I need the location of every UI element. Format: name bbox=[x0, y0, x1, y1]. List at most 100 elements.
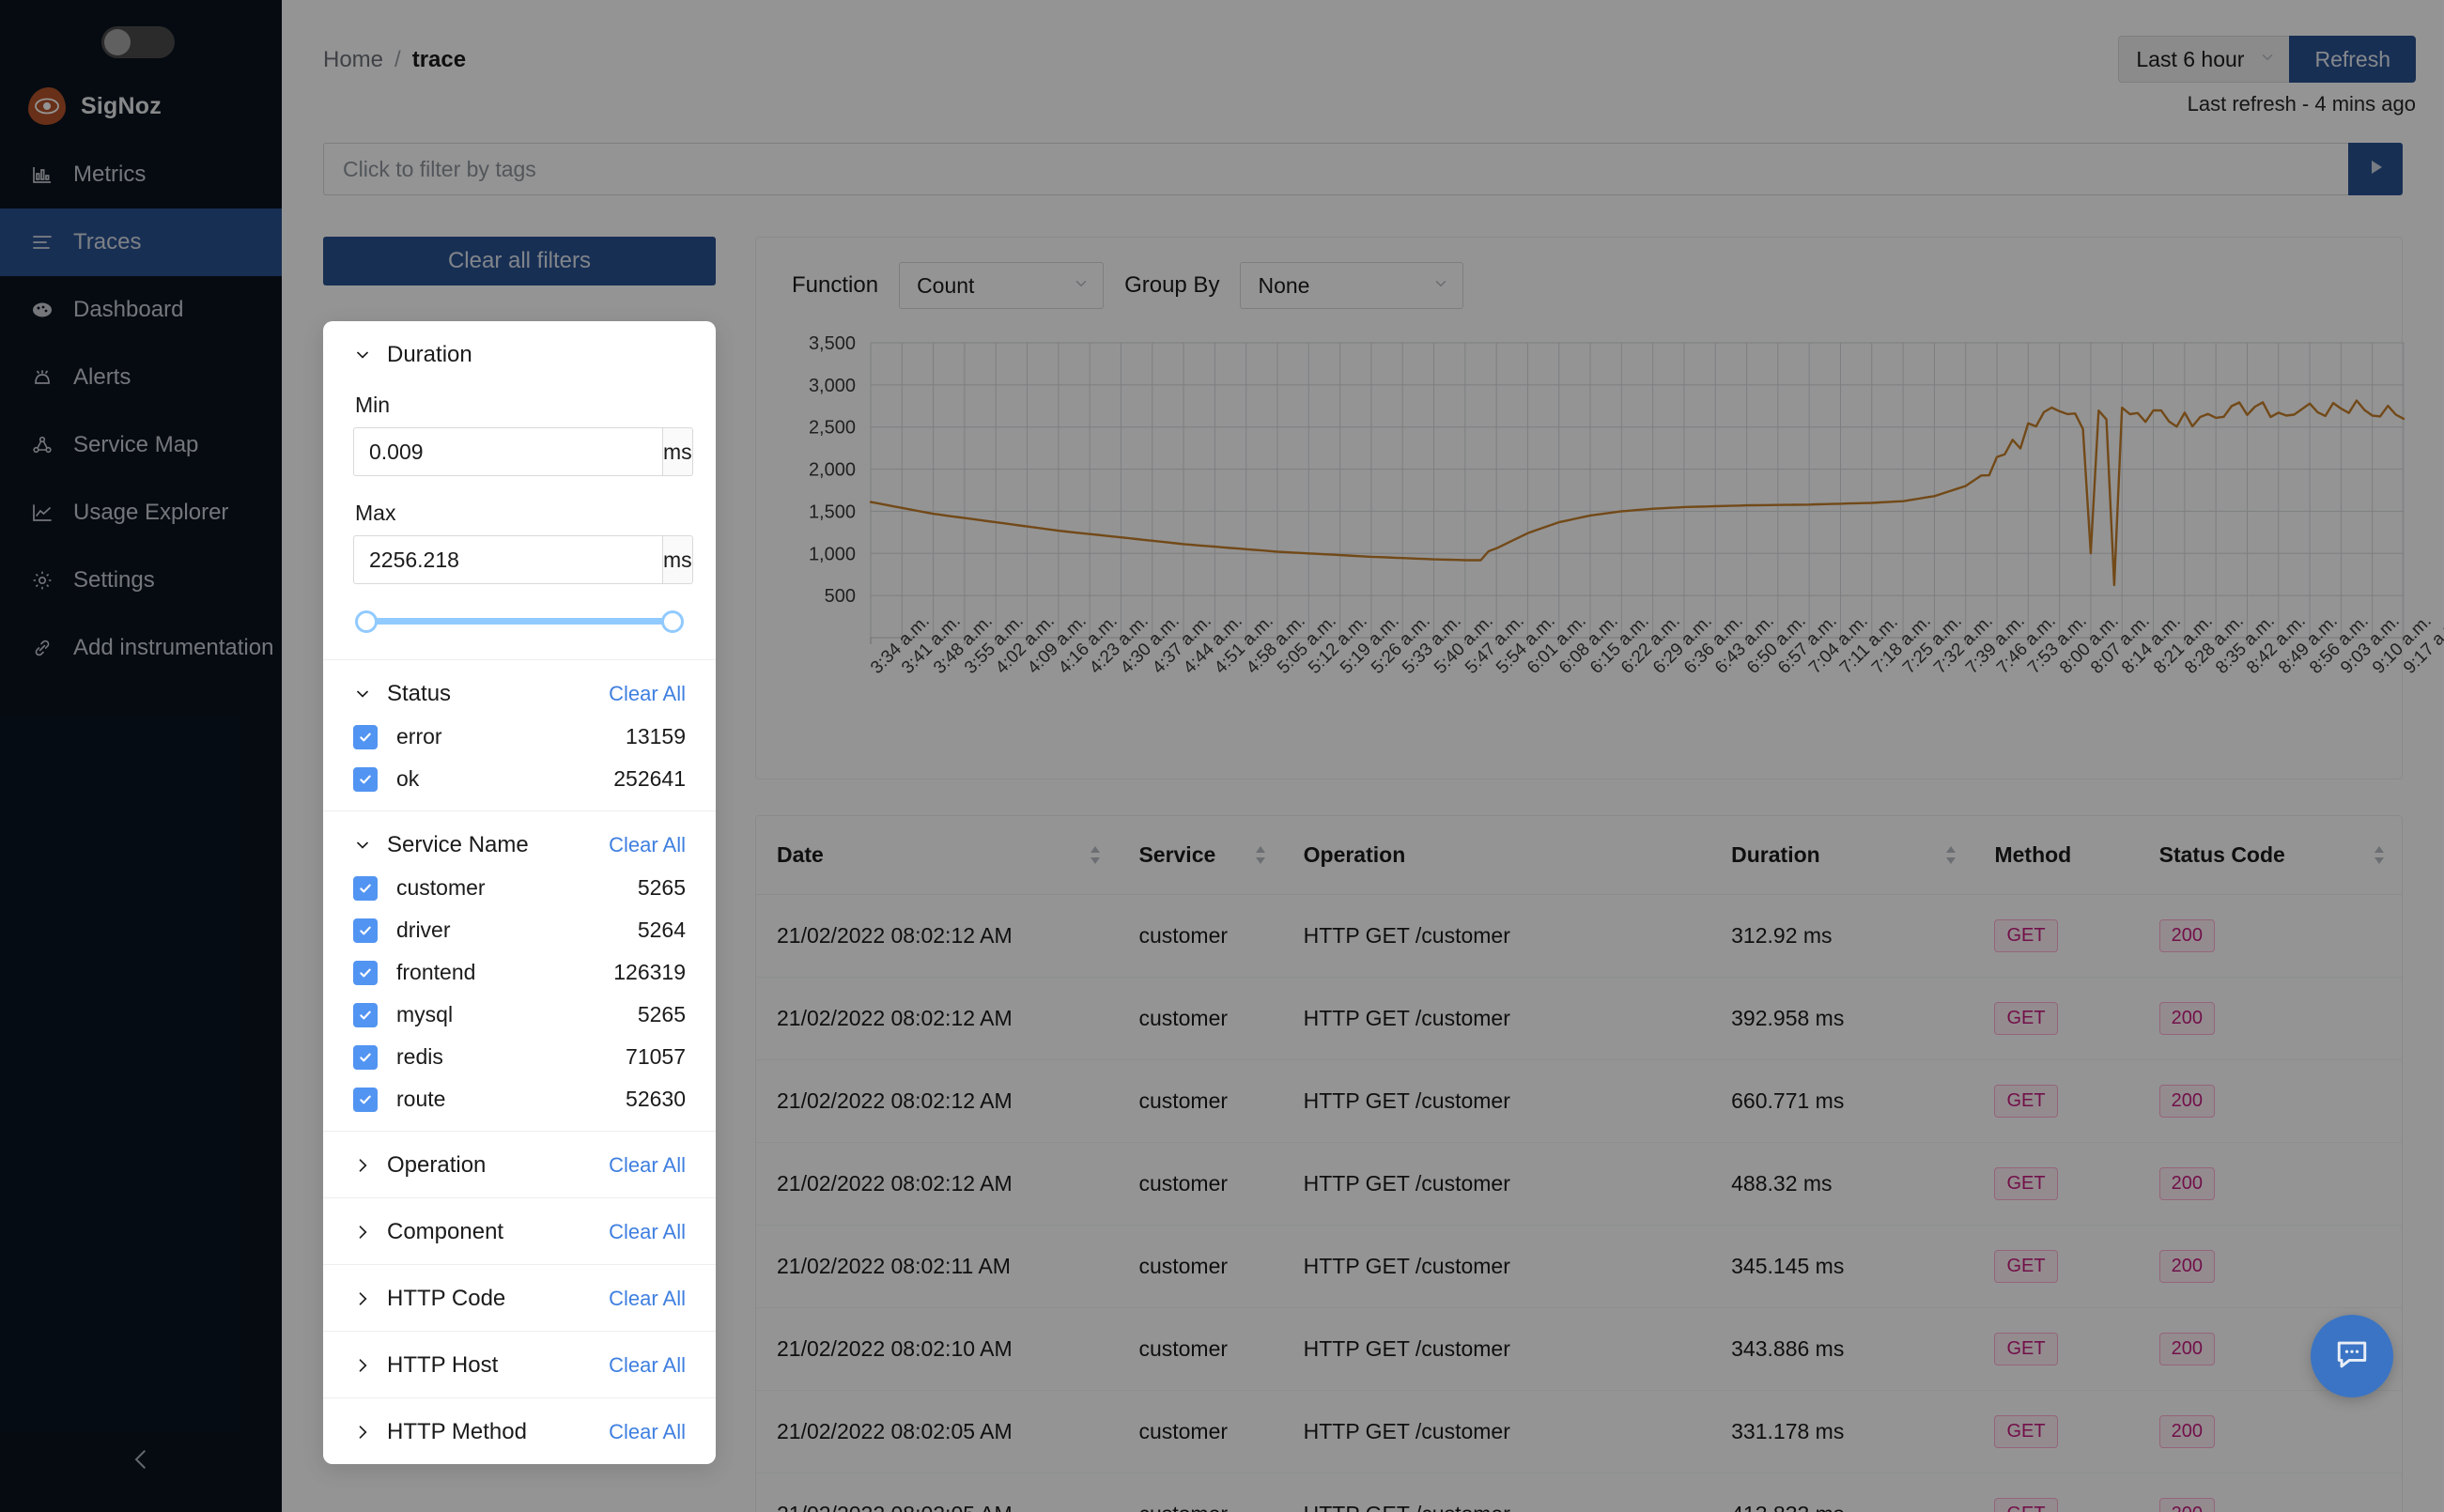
filter-status-clear-all[interactable]: Clear All bbox=[609, 682, 686, 706]
column-sorter[interactable] bbox=[1255, 846, 1266, 864]
table-row[interactable]: 21/02/2022 08:02:12 AM customer HTTP GET /… bbox=[756, 1059, 2402, 1143]
method-tag: GET bbox=[1994, 1167, 2058, 1200]
sidebar-item-dashboard[interactable]: Dashboard bbox=[0, 276, 282, 344]
filter-http-code-clear-all[interactable]: Clear All bbox=[609, 1287, 686, 1311]
breadcrumb-home[interactable]: Home bbox=[323, 47, 383, 73]
column-sorter[interactable] bbox=[2374, 846, 2385, 864]
table-header-service[interactable]: Service bbox=[1118, 816, 1283, 895]
cell-operation: HTTP GET /customer bbox=[1282, 1307, 1711, 1391]
duration-min-input[interactable] bbox=[353, 427, 662, 476]
table-row[interactable]: 21/02/2022 08:02:12 AM customer HTTP GET /… bbox=[756, 977, 2402, 1060]
filter-http-method-clear-all[interactable]: Clear All bbox=[609, 1420, 686, 1444]
chart-svg: 500 1,000 1,500 2,000 2,500 3,000 3,500 bbox=[809, 333, 2405, 644]
traces-count-chart[interactable]: 500 1,000 1,500 2,000 2,500 3,000 3,500 bbox=[781, 330, 2405, 658]
service-item-row[interactable]: driver 5264 bbox=[353, 918, 686, 943]
sidebar-item-settings[interactable]: Settings bbox=[0, 547, 282, 614]
table-header-operation: Operation bbox=[1282, 816, 1711, 895]
search-input[interactable] bbox=[323, 143, 2348, 195]
service-item-row[interactable]: redis 71057 bbox=[353, 1044, 686, 1070]
service-item-row[interactable]: mysql 5265 bbox=[353, 1002, 686, 1027]
svg-text:3,500: 3,500 bbox=[809, 333, 856, 354]
status-code-tag: 200 bbox=[2158, 1498, 2216, 1512]
service-item-row[interactable]: frontend 126319 bbox=[353, 960, 686, 985]
cell-status_code: 200 bbox=[2138, 1142, 2402, 1226]
table-header-duration[interactable]: Duration bbox=[1710, 816, 1974, 895]
checkbox-error[interactable] bbox=[353, 724, 378, 749]
checkbox-ok[interactable] bbox=[353, 766, 378, 792]
filter-http-code-toggle[interactable]: HTTP Code bbox=[353, 1286, 505, 1312]
slider-track bbox=[357, 618, 682, 625]
checkbox-mysql[interactable] bbox=[353, 1002, 378, 1027]
table-header-date[interactable]: Date bbox=[756, 816, 1119, 895]
filter-operation-toggle[interactable]: Operation bbox=[353, 1152, 486, 1179]
checkbox-customer[interactable] bbox=[353, 875, 378, 901]
filter-component-clear-all[interactable]: Clear All bbox=[609, 1220, 686, 1244]
slider-handle-max[interactable] bbox=[661, 610, 684, 633]
status-item-row[interactable]: error 13159 bbox=[353, 724, 686, 749]
gear-icon bbox=[30, 568, 54, 593]
table-row[interactable]: 21/02/2022 08:02:10 AM customer HTTP GET /… bbox=[756, 1307, 2402, 1391]
duration-max-input[interactable] bbox=[353, 535, 662, 584]
sidebar-item-label: Traces bbox=[73, 229, 142, 255]
search-submit-button[interactable] bbox=[2348, 143, 2403, 195]
duration-min-unit: ms bbox=[662, 427, 693, 476]
filter-service-name-toggle[interactable]: Service Name bbox=[353, 832, 529, 858]
status-item-row[interactable]: ok 252641 bbox=[353, 766, 686, 792]
sidebar-item-add-instrumentation[interactable]: Add instrumentation bbox=[0, 614, 282, 682]
brand[interactable]: SigNoz bbox=[28, 87, 162, 125]
table-header-label: Duration bbox=[1731, 842, 1820, 867]
chevron-down-icon bbox=[353, 346, 372, 364]
checkbox-route[interactable] bbox=[353, 1087, 378, 1112]
filter-status-toggle[interactable]: Status bbox=[353, 681, 451, 707]
service-item-row[interactable]: customer 5265 bbox=[353, 875, 686, 901]
sidebar-collapse-button[interactable] bbox=[0, 1411, 282, 1512]
chat-widget-button[interactable] bbox=[2311, 1315, 2393, 1397]
cell-date: 21/02/2022 08:02:12 AM bbox=[756, 894, 1119, 978]
checkbox-driver[interactable] bbox=[353, 918, 378, 943]
cell-service: customer bbox=[1118, 1473, 1283, 1512]
checkbox-frontend[interactable] bbox=[353, 960, 378, 985]
table-row[interactable]: 21/02/2022 08:02:12 AM customer HTTP GET /… bbox=[756, 1142, 2402, 1226]
cell-date: 21/02/2022 08:02:05 AM bbox=[756, 1390, 1119, 1473]
duration-max-label: Max bbox=[355, 501, 396, 525]
checkbox-redis[interactable] bbox=[353, 1044, 378, 1070]
table-row[interactable]: 21/02/2022 08:02:12 AM customer HTTP GET /… bbox=[756, 894, 2402, 978]
cell-method: GET bbox=[1973, 1142, 2139, 1226]
table-header-status_code[interactable]: Status Code bbox=[2138, 816, 2402, 895]
column-sorter[interactable] bbox=[1090, 846, 1101, 864]
cell-status_code: 200 bbox=[2138, 1390, 2402, 1473]
dark-mode-toggle[interactable] bbox=[101, 26, 175, 58]
filter-http-method-toggle[interactable]: HTTP Method bbox=[353, 1419, 527, 1445]
cell-status_code: 200 bbox=[2138, 1059, 2402, 1143]
filter-http-host-toggle[interactable]: HTTP Host bbox=[353, 1352, 498, 1379]
column-sorter[interactable] bbox=[1945, 846, 1957, 864]
svg-text:2,000: 2,000 bbox=[809, 460, 856, 481]
table-head: Date Service Operation Duration Method Status… bbox=[756, 816, 2402, 895]
sidebar-item-traces[interactable]: Traces bbox=[0, 208, 282, 276]
filter-section-http-code: HTTP Code Clear All bbox=[323, 1265, 716, 1332]
cell-date: 21/02/2022 08:02:11 AM bbox=[756, 1225, 1119, 1308]
table-row[interactable]: 21/02/2022 08:02:05 AMcustomerHTTP GET /… bbox=[756, 1473, 2402, 1512]
slider-handle-min[interactable] bbox=[355, 610, 378, 633]
table-row[interactable]: 21/02/2022 08:02:05 AMcustomerHTTP GET /… bbox=[756, 1390, 2402, 1473]
table-row[interactable]: 21/02/2022 08:02:11 AM customer HTTP GET /… bbox=[756, 1225, 2402, 1308]
sidebar-item-metrics[interactable]: Metrics bbox=[0, 141, 282, 208]
service-item-label: route bbox=[396, 1087, 446, 1111]
cell-duration: 660.771 ms bbox=[1710, 1059, 1974, 1143]
filter-operation-clear-all[interactable]: Clear All bbox=[609, 1153, 686, 1178]
sidebar-item-alerts[interactable]: Alerts bbox=[0, 344, 282, 411]
refresh-button[interactable]: Refresh bbox=[2289, 36, 2416, 83]
clear-all-filters-button[interactable]: Clear all filters bbox=[323, 237, 716, 285]
filter-http-host-clear-all[interactable]: Clear All bbox=[609, 1353, 686, 1378]
filter-service-name-clear-all[interactable]: Clear All bbox=[609, 833, 686, 857]
filter-component-toggle[interactable]: Component bbox=[353, 1219, 503, 1245]
duration-range-slider[interactable] bbox=[355, 605, 684, 637]
group-by-select[interactable]: None bbox=[1240, 262, 1464, 309]
sidebar-item-service-map[interactable]: Service Map bbox=[0, 411, 282, 479]
sidebar-item-usage-explorer[interactable]: Usage Explorer bbox=[0, 479, 282, 547]
table-header-label: Method bbox=[1994, 842, 2072, 867]
service-item-row[interactable]: route 52630 bbox=[353, 1087, 686, 1112]
time-range-select[interactable]: Last 6 hour bbox=[2118, 36, 2290, 83]
filter-duration-toggle[interactable]: Duration bbox=[353, 342, 472, 368]
function-select[interactable]: Count bbox=[899, 262, 1105, 309]
